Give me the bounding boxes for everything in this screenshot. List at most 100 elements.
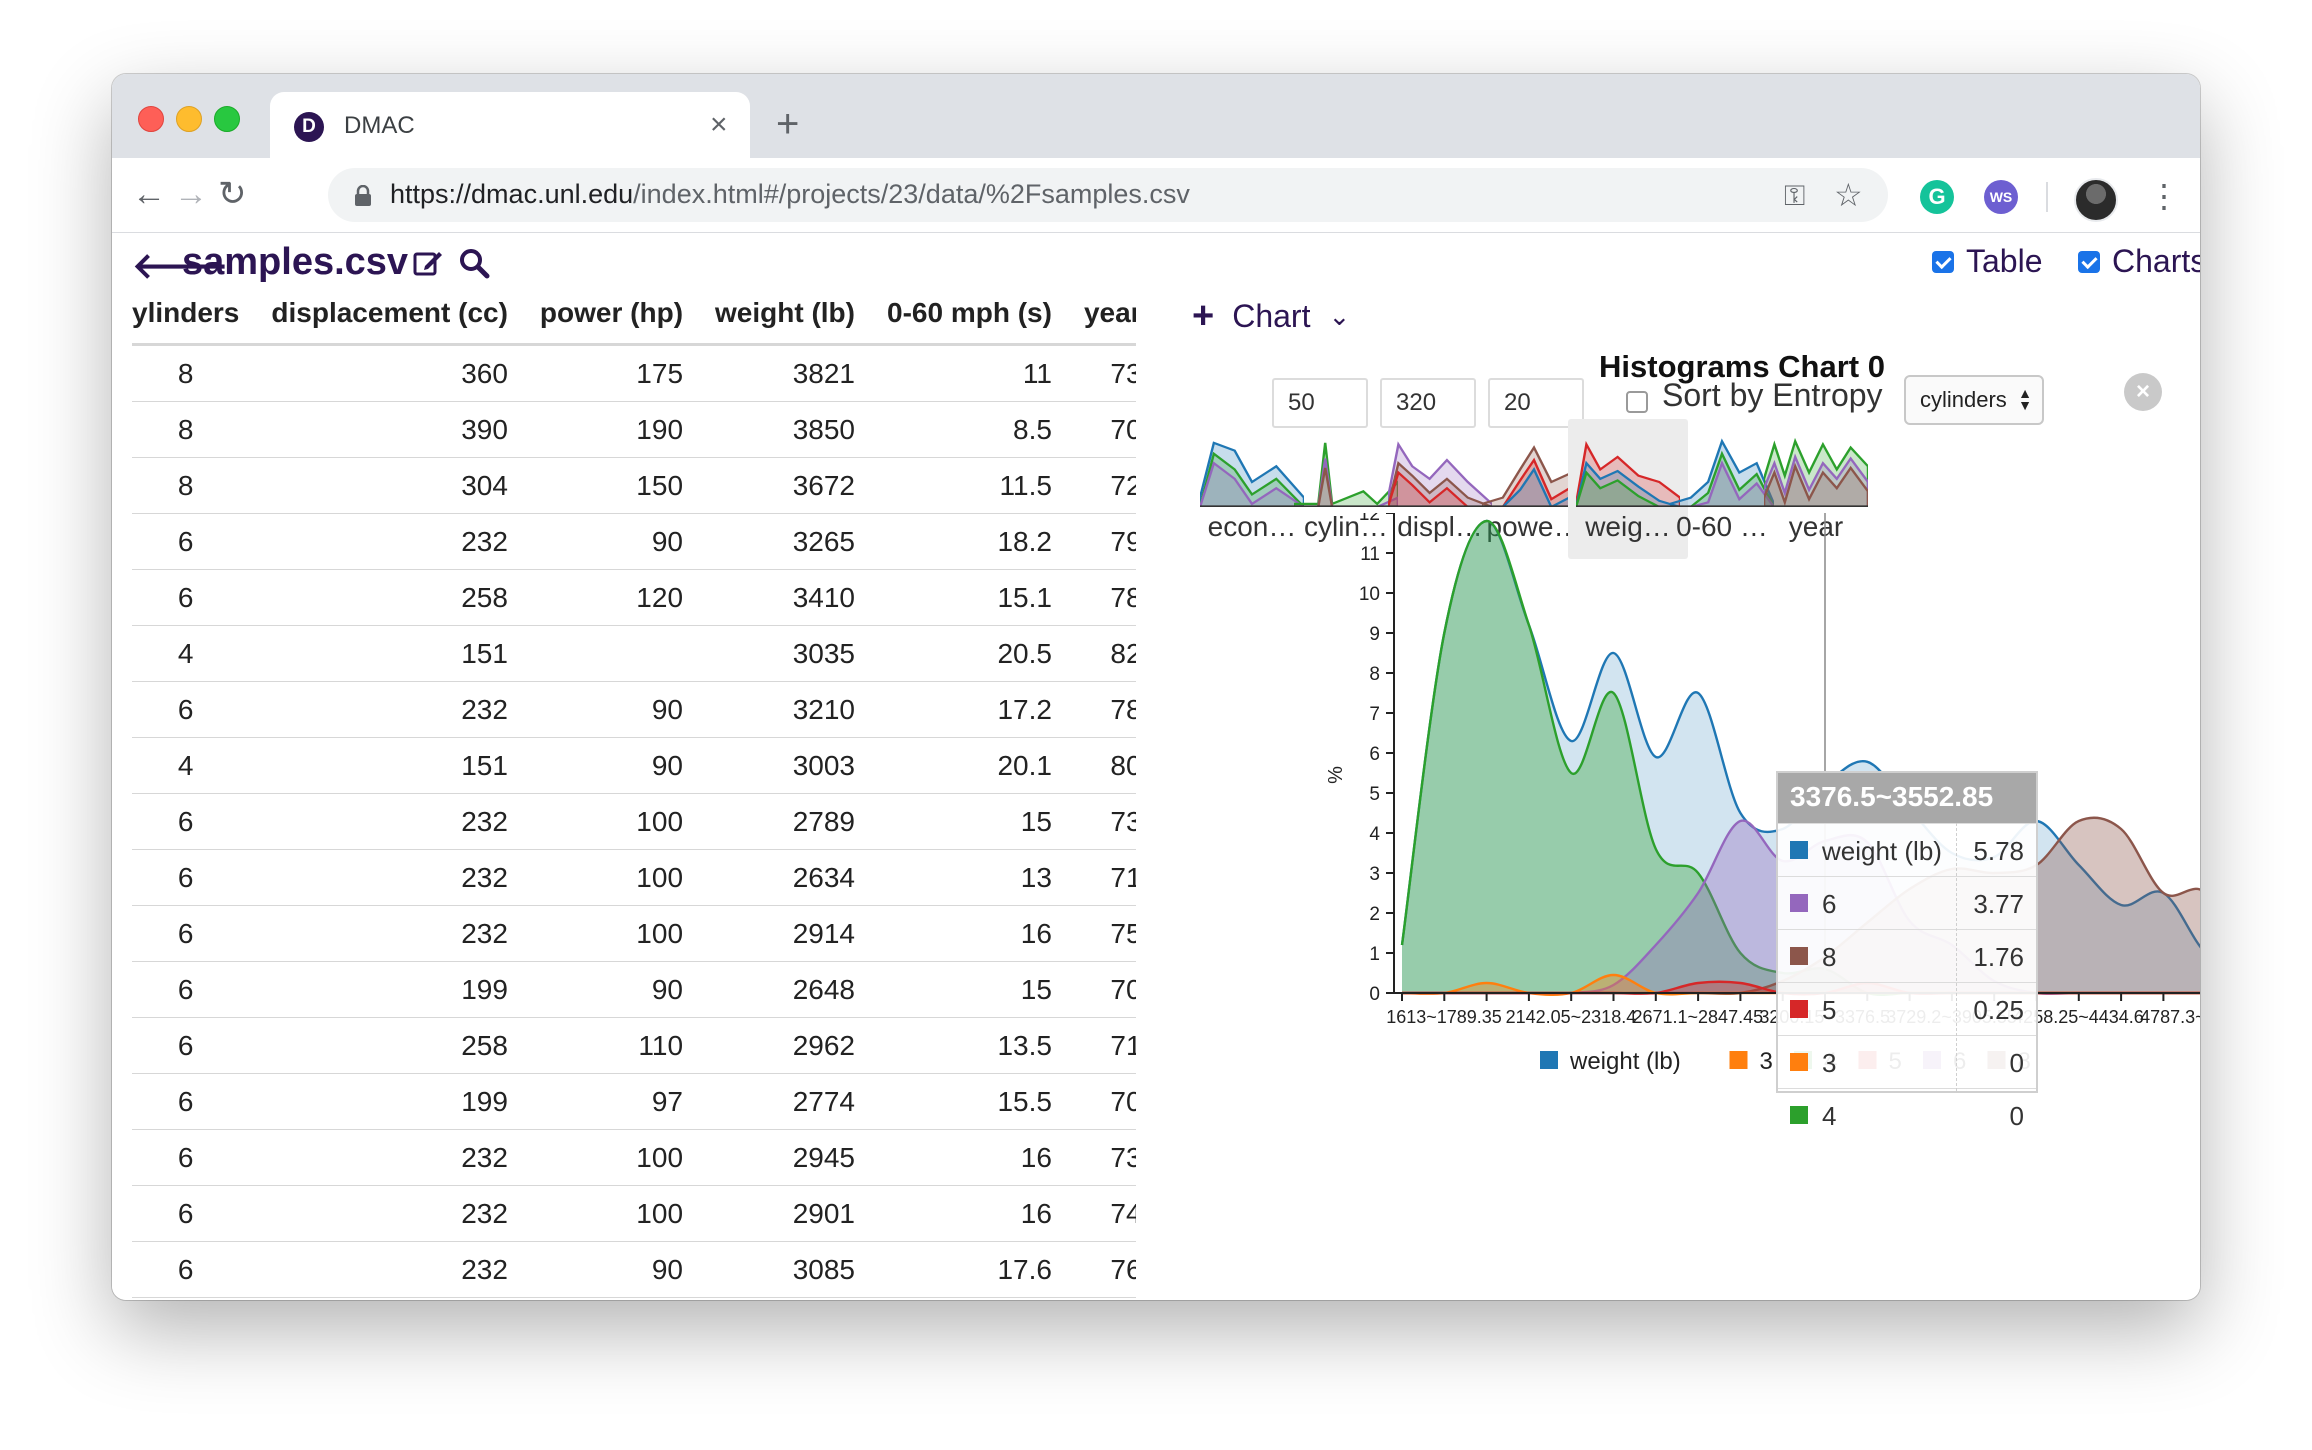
x-tick-label: 2142.05~2318.4 [1506,1007,1637,1027]
edit-icon[interactable] [412,247,444,279]
table-cell: 232 [255,793,524,850]
table-cell: 73 [1067,793,1136,850]
data-table-container[interactable]: ylinders displacement (cc) power (hp) weigh… [132,283,1136,1300]
series-swatch [1790,841,1808,859]
table-cell: 15.5 [871,1073,1068,1130]
table-cell: 199 [255,961,524,1018]
add-chart-button[interactable]: + Chart ⌄ [1192,295,1350,338]
close-chart-icon[interactable]: × [2124,373,2162,411]
column-header[interactable]: ylinders [132,283,256,346]
column-header[interactable]: power (hp) [523,283,700,346]
group-by-select[interactable]: cylinders ▲ ▼ [1904,375,2044,425]
table-toggle[interactable]: Table [1932,243,2043,280]
profile-avatar[interactable] [2074,178,2118,222]
hover-tooltip: 3376.5~3552.85 weight (lb) 5.78 6 3.77 8 1.76… [1776,771,2038,1131]
menu-kebab-icon[interactable]: ⋮ [2148,178,2180,214]
table-row[interactable]: 6 232 100 2901 16 74 [132,1185,1136,1242]
table-cell: 110 [523,1017,700,1074]
select-arrows-icon: ▲ ▼ [2018,385,2032,413]
table-row[interactable]: 4 151 3035 20.5 82 [132,625,1136,682]
y-tick-label: 8 [1369,664,1380,685]
table-cell: 78 [1067,681,1136,738]
table-cell: 258 [255,1017,524,1074]
table-cell: 15.1 [871,569,1068,626]
key-icon[interactable]: ⚿ [1784,180,1805,213]
tooltip-title: 3376.5~3552.85 [1778,773,2036,823]
table-cell: 6 [132,1129,256,1186]
grammarly-extension-icon[interactable]: G [1920,180,1954,214]
table-cell: 100 [523,849,700,906]
table-cell: 2648 [699,961,871,1018]
url-text: https://dmac.unl.edu/index.html#/project… [390,179,1190,209]
table-cell: 151 [255,625,524,682]
table-row[interactable]: 6 258 120 3410 15.1 78 [132,569,1136,626]
maximize-window-button[interactable] [214,106,240,132]
table-row[interactable]: 6 232 90 3085 17.6 76 [132,1241,1136,1298]
table-cell: 13 [871,849,1068,906]
table-cell: 151 [255,737,524,794]
table-cell: 150 [523,457,700,514]
tooltip-row: weight (lb) 5.78 [1778,823,2036,876]
tab-title: DMAC [344,112,415,139]
column-header[interactable]: 0-60 mph (s) [871,283,1068,346]
y-tick-label: 9 [1369,624,1380,645]
x-tick-label: 4787.3~4963.65 [2140,1007,2200,1027]
table-row[interactable]: 8 360 175 3821 11 73 [132,344,1136,402]
tooltip-row: 40 [1778,1088,2036,1141]
table-row[interactable]: 6 232 90 3210 17.2 78 [132,681,1136,738]
table-cell: 232 [255,1185,524,1242]
tooltip-series-value: 0 [2009,1048,2024,1078]
search-icon[interactable] [458,247,490,279]
table-cell: 71 [1067,1017,1136,1074]
table-row[interactable]: 6 232 100 2789 15 73 [132,793,1136,850]
add-chart-label: Chart [1232,298,1311,334]
column-header[interactable]: year [1067,283,1136,346]
table-cell: 13.5 [871,1017,1068,1074]
close-window-button[interactable] [138,106,164,132]
minimize-window-button[interactable] [176,106,202,132]
back-icon[interactable]: ← [132,174,166,214]
table-row[interactable]: 6 258 110 2962 13.5 71 [132,1017,1136,1074]
table-cell: 3850 [699,401,871,458]
charts-toggle[interactable]: Charts [2078,243,2200,280]
table-cell: 3265 [699,513,871,570]
histogram-chart[interactable]: 0123456789101112%1613~1789.35 2142.05~231… [1202,513,2200,1153]
page-content: 🡐 samples.csv Table Charts ylinders displ… [112,233,2200,1300]
table-row[interactable]: 4 151 90 3003 20.1 80 [132,737,1136,794]
legend-label: 3 [1760,1048,1773,1075]
table-cell: 70 [1067,1073,1136,1130]
column-header[interactable]: weight (lb) [699,283,871,346]
ws-extension-icon[interactable]: WS [1984,180,2018,214]
table-cell: 6 [132,961,256,1018]
table-row[interactable]: 6 232 100 2634 13 71 [132,849,1136,906]
column-header[interactable]: displacement (cc) [255,283,524,346]
table-checkbox[interactable] [1932,250,1954,273]
address-bar[interactable]: https://dmac.unl.edu/index.html#/project… [328,168,1888,222]
y-tick-label: 3 [1369,864,1380,885]
new-tab-icon[interactable]: + [776,104,799,144]
data-table: ylinders displacement (cc) power (hp) weigh… [132,283,1136,1298]
table-row[interactable]: 6 232 90 3265 18.2 79 [132,513,1136,570]
table-cell: 3035 [699,625,871,682]
table-cell: 232 [255,681,524,738]
table-row[interactable]: 6 232 100 2945 16 73 [132,1129,1136,1186]
sort-by-entropy-checkbox[interactable] [1626,391,1648,413]
table-row[interactable]: 6 199 90 2648 15 70 [132,961,1136,1018]
reload-icon[interactable]: ↻ [218,174,247,214]
table-cell: 258 [255,569,524,626]
x-tick-label: 1613~1789.35 [1386,1007,1502,1027]
y-tick-label: 6 [1369,744,1380,765]
table-row[interactable]: 8 304 150 3672 11.5 72 [132,457,1136,514]
table-cell: 3210 [699,681,871,738]
mini-histogram-icon [1764,437,1868,507]
browser-tab[interactable]: D DMAC × [270,92,750,158]
bookmark-star-icon[interactable]: ☆ [1834,176,1863,214]
table-row[interactable]: 6 199 97 2774 15.5 70 [132,1073,1136,1130]
table-cell: 2945 [699,1129,871,1186]
close-tab-icon[interactable]: × [710,108,728,142]
table-cell: 73 [1067,344,1136,402]
table-row[interactable]: 6 232 100 2914 16 75 [132,905,1136,962]
forward-icon[interactable]: → [174,174,208,214]
table-row[interactable]: 8 390 190 3850 8.5 70 [132,401,1136,458]
charts-checkbox[interactable] [2078,250,2100,273]
